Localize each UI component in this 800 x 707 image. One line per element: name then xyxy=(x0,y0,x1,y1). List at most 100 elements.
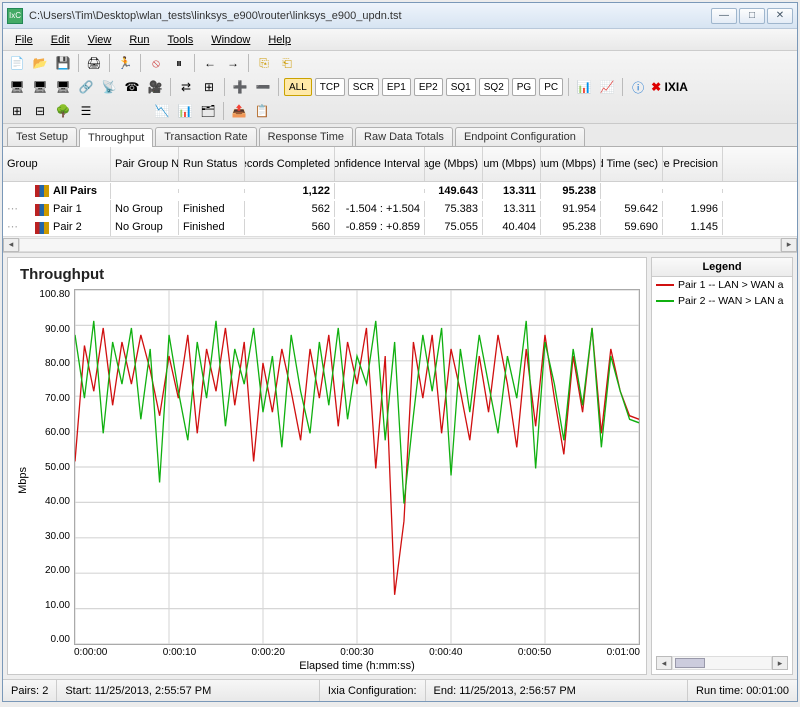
legend-scroll-thumb[interactable] xyxy=(675,658,705,668)
filter-pc[interactable]: PC xyxy=(539,78,563,96)
scroll-left-icon[interactable]: ◂ xyxy=(3,238,19,252)
nav-fwd-icon[interactable]: → xyxy=(223,53,243,73)
info-icon[interactable]: ⓘ xyxy=(628,77,648,97)
voice-icon[interactable]: ☎ xyxy=(122,77,142,97)
chart-type1-icon[interactable]: 📉 xyxy=(152,101,172,121)
filter-all[interactable]: ALL xyxy=(284,78,312,96)
save-icon[interactable]: 💾 xyxy=(53,53,73,73)
menu-window[interactable]: Window xyxy=(203,32,258,48)
unknown-tool-icon[interactable]: 📊 xyxy=(574,77,594,97)
menu-run[interactable]: Run xyxy=(121,32,157,48)
collapse-all-icon[interactable]: ⊟ xyxy=(30,101,50,121)
chart-panel: Throughput Mbps 100.8090.0080.0070.0060.… xyxy=(7,257,647,675)
legend-item[interactable]: Pair 2 -- WAN > LAN a xyxy=(652,293,792,309)
col-measured[interactable]: Measured Time (sec) xyxy=(601,147,663,181)
endpoint1-icon[interactable]: 🖥 xyxy=(7,77,27,97)
add-pair-icon[interactable]: ➕ xyxy=(230,77,250,97)
multicast-icon[interactable]: 📡 xyxy=(99,77,119,97)
grid-header[interactable]: Group Pair Group Name Run Status Timing … xyxy=(3,147,797,182)
status-end: End: 11/25/2013, 2:56:57 PM xyxy=(426,680,689,701)
col-precision[interactable]: Relative Precision xyxy=(663,147,723,181)
books-icon xyxy=(35,204,49,216)
group-icon[interactable]: ⊞ xyxy=(199,77,219,97)
table-row[interactable]: ⋯Pair 2No GroupFinished560-0.859 : +0.85… xyxy=(3,218,797,236)
filter-pg[interactable]: PG xyxy=(512,78,536,96)
filter-ep1[interactable]: EP1 xyxy=(382,78,411,96)
x-ticks: 0:00:000:00:100:00:200:00:300:00:400:00:… xyxy=(74,645,640,658)
app-window: IxC C:\Users\Tim\Desktop\wlan_tests\link… xyxy=(2,2,798,702)
delete-pairs-icon[interactable]: ⎗ xyxy=(277,53,297,73)
grid-hscrollbar[interactable]: ◂ ▸ xyxy=(3,236,797,252)
endpoint-pair-icon[interactable]: 🖥 xyxy=(53,77,73,97)
legend-hscrollbar[interactable]: ◂ ▸ xyxy=(656,656,788,670)
brand-logo: ✖ IXIA xyxy=(651,80,688,94)
filter-tcp[interactable]: TCP xyxy=(315,78,345,96)
col-avg[interactable]: Average (Mbps) xyxy=(425,147,483,181)
copy-chart-icon[interactable]: 📋 xyxy=(252,101,272,121)
scroll-track[interactable] xyxy=(19,238,781,252)
filter-ep2[interactable]: EP2 xyxy=(414,78,443,96)
video-icon[interactable]: 🎥 xyxy=(145,77,165,97)
menu-view[interactable]: View xyxy=(80,32,120,48)
scroll-right-icon[interactable]: ▸ xyxy=(781,238,797,252)
close-button[interactable]: ✕ xyxy=(767,8,793,24)
nav-back-icon[interactable]: ← xyxy=(200,53,220,73)
unknown-tool2-icon[interactable]: 📈 xyxy=(597,77,617,97)
endpoint2-icon[interactable]: 🖥 xyxy=(30,77,50,97)
col-ci[interactable]: 95% Confidence Interval xyxy=(335,147,425,181)
tree-icon[interactable]: 🌳 xyxy=(53,101,73,121)
filter-scr[interactable]: SCR xyxy=(348,78,379,96)
tab-raw-data[interactable]: Raw Data Totals xyxy=(355,127,453,146)
col-group[interactable]: Group xyxy=(3,147,111,181)
maximize-button[interactable]: □ xyxy=(739,8,765,24)
titlebar[interactable]: IxC C:\Users\Tim\Desktop\wlan_tests\link… xyxy=(3,3,797,29)
menu-file[interactable]: File xyxy=(7,32,41,48)
print-icon[interactable]: 🖨 xyxy=(84,53,104,73)
col-run-status[interactable]: Run Status xyxy=(179,147,245,181)
menu-tools[interactable]: Tools xyxy=(160,32,202,48)
col-timing[interactable]: Timing Records Completed xyxy=(245,147,335,181)
chart-area: Throughput Mbps 100.8090.0080.0070.0060.… xyxy=(3,252,797,679)
filter-sq1[interactable]: SQ1 xyxy=(446,78,476,96)
tab-endpoint-config[interactable]: Endpoint Configuration xyxy=(455,127,585,146)
legend-scroll-right-icon[interactable]: ▸ xyxy=(772,656,788,670)
menu-help[interactable]: Help xyxy=(260,32,299,48)
chart-type2-icon[interactable]: 📊 xyxy=(175,101,195,121)
legend-item[interactable]: Pair 1 -- LAN > WAN a xyxy=(652,277,792,293)
app-icon: IxC xyxy=(7,8,23,24)
swap-icon[interactable]: ⇄ xyxy=(176,77,196,97)
filter-sq2[interactable]: SQ2 xyxy=(479,78,509,96)
legend-swatch xyxy=(656,300,674,302)
legend-panel: Legend Pair 1 -- LAN > WAN aPair 2 -- WA… xyxy=(651,257,793,675)
minimize-button[interactable]: — xyxy=(711,8,737,24)
list-icon[interactable]: ☰ xyxy=(76,101,96,121)
tab-transaction-rate[interactable]: Transaction Rate xyxy=(155,127,256,146)
statusbar: Pairs: 2 Start: 11/25/2013, 2:55:57 PM I… xyxy=(3,679,797,701)
expand-all-icon[interactable]: ⊞ xyxy=(7,101,27,121)
open-icon[interactable]: 📂 xyxy=(30,53,50,73)
tab-test-setup[interactable]: Test Setup xyxy=(7,127,77,146)
clone-pairs-icon[interactable]: ⎘ xyxy=(254,53,274,73)
link-icon[interactable]: 🔗 xyxy=(76,77,96,97)
tab-response-time[interactable]: Response Time xyxy=(259,127,353,146)
plot-area[interactable] xyxy=(74,289,640,645)
table-row[interactable]: All Pairs1,122149.64313.31195.238 xyxy=(3,182,797,200)
status-config: Ixia Configuration: xyxy=(320,680,426,701)
col-min[interactable]: Minimum (Mbps) xyxy=(483,147,541,181)
status-runtime: Run time: 00:01:00 xyxy=(688,680,797,701)
status-pairs: Pairs: 2 xyxy=(3,680,57,701)
remove-pair-icon[interactable]: ➖ xyxy=(253,77,273,97)
chart-title: Throughput xyxy=(14,262,640,289)
col-pair-group[interactable]: Pair Group Name xyxy=(111,147,179,181)
stop-icon[interactable]: ⦸ xyxy=(146,53,166,73)
legend-scroll-left-icon[interactable]: ◂ xyxy=(656,656,672,670)
chart-type3-icon[interactable]: 🗂 xyxy=(198,101,218,121)
pause-icon[interactable]: ⏸ xyxy=(169,53,189,73)
new-icon[interactable]: 📄 xyxy=(7,53,27,73)
col-max[interactable]: Maximum (Mbps) xyxy=(541,147,601,181)
menu-edit[interactable]: Edit xyxy=(43,32,78,48)
tab-throughput[interactable]: Throughput xyxy=(79,128,153,147)
run-icon[interactable]: 🏃 xyxy=(115,53,135,73)
export-icon[interactable]: 📤 xyxy=(229,101,249,121)
table-row[interactable]: ⋯Pair 1No GroupFinished562-1.504 : +1.50… xyxy=(3,200,797,218)
